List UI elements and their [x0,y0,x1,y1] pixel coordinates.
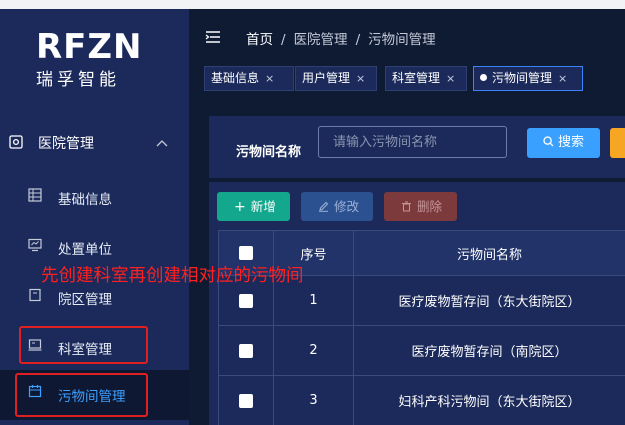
reset-button[interactable] [610,128,625,158]
close-icon[interactable]: × [558,72,567,85]
tab-waste-room[interactable]: 污物间管理 × [473,66,583,91]
sidebar-item-label: 处置单位 [58,242,112,258]
trash-icon [402,201,411,212]
table-panel: + 新增 修改 删除 序号 污物间名称 1 医疗废物暂存间（东大街院区） 2 医… [209,182,625,425]
row-checkbox[interactable] [239,343,253,358]
breadcrumb-parent: 医院管理 [293,32,348,48]
browser-bookmarks-bar [0,0,625,9]
pencil-icon [319,201,329,212]
search-icon [543,136,554,147]
breadcrumb-current: 污物间管理 [368,32,436,48]
search-label: 污物间名称 [236,145,302,160]
logo-sub: 瑞孚智能 [36,70,120,90]
close-icon[interactable]: × [446,72,455,85]
row-checkbox-cell [218,375,274,425]
search-input[interactable] [318,126,507,158]
highlight-box-department [19,326,148,364]
main-content: 首页 / 医院管理 / 污物间管理 基础信息 × 用户管理 × 科室管理 × 污物间管理 × 污… [189,9,625,425]
hospital-icon [8,134,24,154]
breadcrumb-home[interactable]: 首页 [246,32,273,48]
row-checkbox-cell [218,325,274,376]
close-icon[interactable]: × [356,72,365,85]
logo-main: RFZN [36,27,143,67]
delete-button-label: 删除 [417,199,443,214]
row-checkbox[interactable] [239,393,253,408]
tab-label: 污物间管理 [492,71,553,85]
logo: RFZN 瑞孚智能 [36,29,146,90]
sidebar-item-basic-info[interactable]: 基础信息 [0,181,189,211]
row-checkbox[interactable] [239,293,253,308]
edit-button-label: 修改 [334,199,360,214]
chevron-up-icon[interactable] [156,135,168,151]
active-dot-icon [480,74,487,81]
tab-label: 用户管理 [302,71,351,85]
building-icon [28,288,42,306]
delete-button[interactable]: 删除 [384,192,457,221]
select-all-checkbox[interactable] [239,246,253,260]
tab-label: 基础信息 [211,71,260,85]
annotation-text: 先创建科室再创建相对应的污物间 [41,266,304,286]
menu-toggle-icon[interactable] [205,29,221,48]
breadcrumb: 首页 / 医院管理 / 污物间管理 [246,32,436,48]
cell-index: 2 [273,325,354,376]
top-bar: 首页 / 医院管理 / 污物间管理 [189,9,625,59]
search-panel: 污物间名称 搜索 [209,116,625,178]
cell-name: 医疗废物暂存间（南院区） [353,325,625,376]
cell-index: 3 [273,375,354,425]
tab-user-management[interactable]: 用户管理 × [295,66,377,91]
app-window: RFZN 瑞孚智能 医院管理 基础信息 处置单位 院区管理 科室管理 污物间管理… [0,0,625,425]
grid-icon [28,188,42,206]
monitor-icon [28,238,42,256]
search-button-label: 搜索 [557,135,584,150]
add-button[interactable]: + 新增 [217,192,290,221]
close-icon[interactable]: × [265,72,274,85]
search-button[interactable]: 搜索 [527,128,600,158]
add-button-label: 新增 [250,199,276,214]
highlight-box-waste-room [15,373,148,417]
cell-name: 妇科产科污物间（东大街院区） [353,375,625,425]
tab-basic-info[interactable]: 基础信息 × [204,66,294,91]
table-row[interactable]: 2 医疗废物暂存间（南院区） [218,325,625,376]
sidebar-item-label: 基础信息 [58,192,112,208]
sidebar-item-label: 院区管理 [58,292,112,308]
tab-department[interactable]: 科室管理 × [385,66,467,91]
sidebar-item-disposal-unit[interactable]: 处置单位 [0,231,189,261]
data-table: 序号 污物间名称 1 医疗废物暂存间（东大街院区） 2 医疗废物暂存间（南院区） [218,230,625,425]
menu-group-label: 医院管理 [38,136,94,152]
table-row[interactable]: 3 妇科产科污物间（东大街院区） [218,375,625,425]
plus-icon: + [234,199,246,215]
tab-label: 科室管理 [392,71,441,85]
edit-button[interactable]: 修改 [301,192,373,221]
menu-group-hospital[interactable]: 医院管理 [0,127,189,157]
cell-name: 医疗废物暂存间（东大街院区） [353,275,625,326]
column-header-name: 污物间名称 [353,230,625,276]
